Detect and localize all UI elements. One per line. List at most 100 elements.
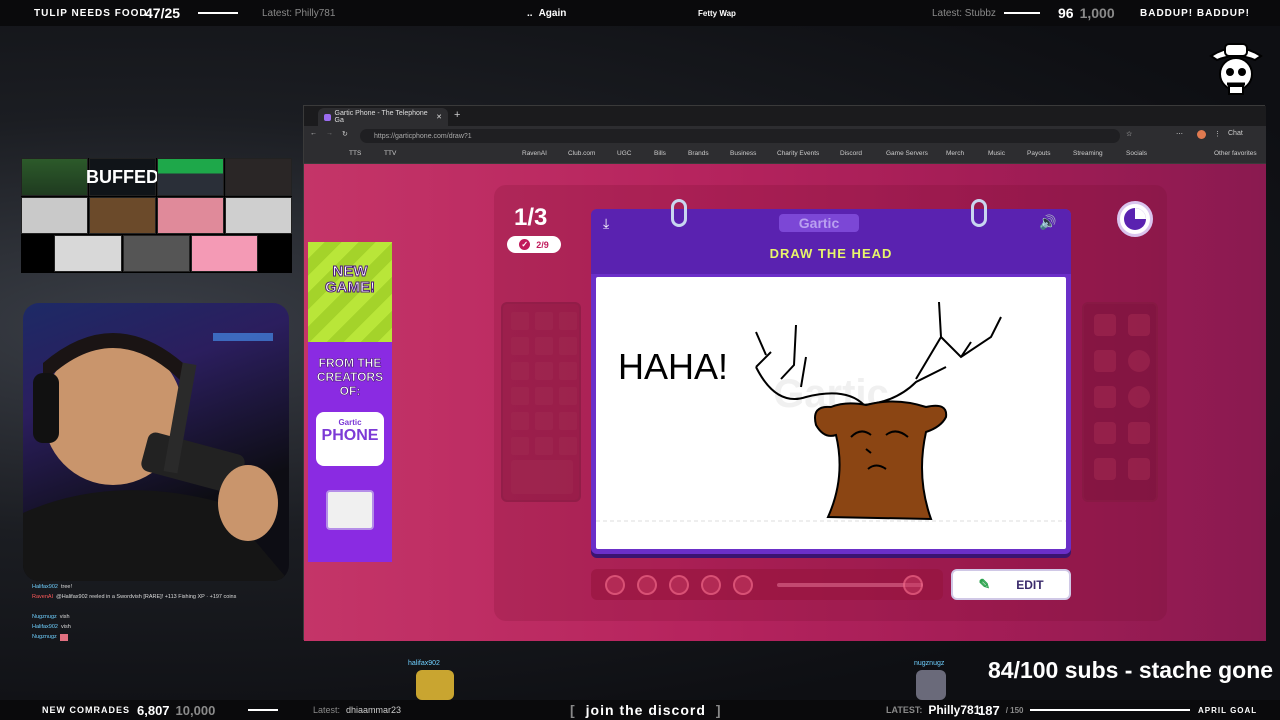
bookmark[interactable]: Discord [840,150,862,157]
download-icon[interactable]: ⤓ [603,215,609,232]
drawing-card: Gartic ⤓ 🔊 DRAW THE HEAD Gartic HAHA! [591,199,1071,554]
reload-icon[interactable]: ↻ [342,130,348,138]
ellipse-tool-icon[interactable] [1128,350,1150,372]
bookmark[interactable]: Music [988,150,1005,157]
discord-cta: [ join the discord ] [570,700,722,720]
speaker-icon[interactable]: 🔊 [1039,214,1056,231]
browser-window: Gartic Phone - The Telephone Ga ✕ + ← → … [303,105,1266,641]
chat-username: Halifax902 [32,624,58,630]
overlay-user-left: halifax902 [408,660,440,667]
now-playing-title: Again [538,7,567,19]
color-swatch[interactable] [511,412,529,430]
brush-size-option[interactable] [669,575,689,595]
bookmark[interactable]: TTS [349,150,361,157]
brush-size-option[interactable] [605,575,625,595]
color-swatch[interactable] [535,412,553,430]
color-swatch[interactable] [535,437,553,455]
participant-tile [21,158,88,196]
brush-size-option[interactable] [637,575,657,595]
line-tool-icon[interactable] [1094,422,1116,444]
opacity-slider-handle[interactable] [903,575,923,595]
chat-text: vish [59,614,70,620]
color-swatch[interactable] [559,387,577,405]
bracket-right: ] [715,702,722,718]
color-swatch[interactable] [535,337,553,355]
back-icon[interactable]: ← [310,130,317,137]
menu-icon[interactable]: ⋮ [1214,130,1221,138]
latest-prefix: LATEST: [886,705,923,715]
color-swatches [511,312,577,456]
bookmark[interactable]: Business [730,150,756,157]
card-header: Gartic ⤓ 🔊 DRAW THE HEAD [591,209,1071,274]
copilot-chat-button[interactable]: Chat [1228,130,1243,137]
bookmark[interactable]: Club.com [568,150,595,157]
color-swatch[interactable] [511,312,529,330]
ad-logo-big: PHONE [321,427,379,444]
drawing-prompt: DRAW THE HEAD [769,246,893,261]
bookmark[interactable]: Brands [688,150,709,157]
rectangle-tool-icon[interactable] [1094,350,1116,372]
color-swatch[interactable] [511,362,529,380]
undo-icon[interactable] [1094,458,1116,480]
color-swatch[interactable] [559,437,577,455]
star-icon[interactable]: ☆ [1126,130,1132,138]
forward-icon[interactable]: → [326,130,333,137]
new-tab-icon[interactable]: + [454,109,460,121]
gartic-page: NEW GAME! FROM THE CREATORS OF: Gartic P… [304,164,1266,641]
bookmark[interactable]: RavenAI [522,150,547,157]
pen-tool-icon[interactable] [1094,314,1116,336]
color-swatch[interactable] [559,362,577,380]
color-swatch[interactable] [535,312,553,330]
players-done-count: 2/9 [536,239,549,250]
profile-avatar[interactable] [1197,130,1206,139]
color-swatch[interactable] [559,337,577,355]
bookmark[interactable]: Payouts [1027,150,1051,157]
color-swatch[interactable] [535,362,553,380]
bookmark[interactable]: TTV [384,150,396,157]
current-color[interactable] [511,460,573,494]
color-swatch[interactable] [511,387,529,405]
bookmark[interactable]: Charity Events [777,150,819,157]
ad-phone-image [326,490,374,530]
eraser-tool-icon[interactable] [1128,314,1150,336]
color-swatch[interactable] [511,437,529,455]
chat-text: @Halifax902 reeled in a Swordvish [RARE]… [56,594,237,600]
ad-banner[interactable]: NEW GAME! FROM THE CREATORS OF: Gartic P… [308,242,392,562]
overlay-user-right: nugznugz [914,660,945,667]
participant-tile-buffed: BUFFED [86,158,159,196]
bookmark[interactable]: Streaming [1073,150,1103,157]
filled-ellipse-tool-icon[interactable] [1128,386,1150,408]
close-tab-icon[interactable]: ✕ [436,113,442,121]
pet-sprite-left [416,670,454,700]
chat-message: Halifax902 tree! [32,582,292,592]
brush-size-option[interactable] [733,575,753,595]
extensions-icon[interactable]: ⋯ [1176,130,1183,138]
edit-button[interactable]: ✎ EDIT [951,569,1071,600]
chat-username: Nugznugz [32,614,57,620]
stream-chat: Halifax902 tree! RavenAI @Halifax902 reele… [32,582,292,642]
opacity-slider[interactable] [777,583,923,587]
color-swatch[interactable] [535,387,553,405]
tool-panel [1082,302,1158,502]
filled-rectangle-tool-icon[interactable] [1094,386,1116,408]
chat-text: tree! [61,584,73,590]
gartic-favicon [324,113,331,121]
drawing-canvas[interactable]: Gartic HAHA! [596,277,1066,549]
gartic-logo: Gartic [779,214,859,232]
redo-icon[interactable] [1128,458,1150,480]
bookmark[interactable]: Bills [654,150,666,157]
chat-message: Halifax902 vish [32,622,292,632]
fill-bucket-tool-icon[interactable] [1128,422,1150,444]
bookmark[interactable]: UGC [617,150,631,157]
bookmark[interactable]: Socials [1126,150,1147,157]
bookmark[interactable]: Merch [946,150,964,157]
color-swatch[interactable] [511,337,529,355]
bookmark[interactable]: Game Servers [886,150,928,157]
brush-size-option[interactable] [701,575,721,595]
color-swatch[interactable] [559,412,577,430]
browser-tab[interactable]: Gartic Phone - The Telephone Ga ✕ [318,108,448,126]
brush-size-bar [591,569,943,600]
other-favorites[interactable]: Other favorites [1214,150,1257,157]
color-swatch[interactable] [559,312,577,330]
url-bar[interactable]: https://garticphone.com/draw?1 [360,129,1120,143]
